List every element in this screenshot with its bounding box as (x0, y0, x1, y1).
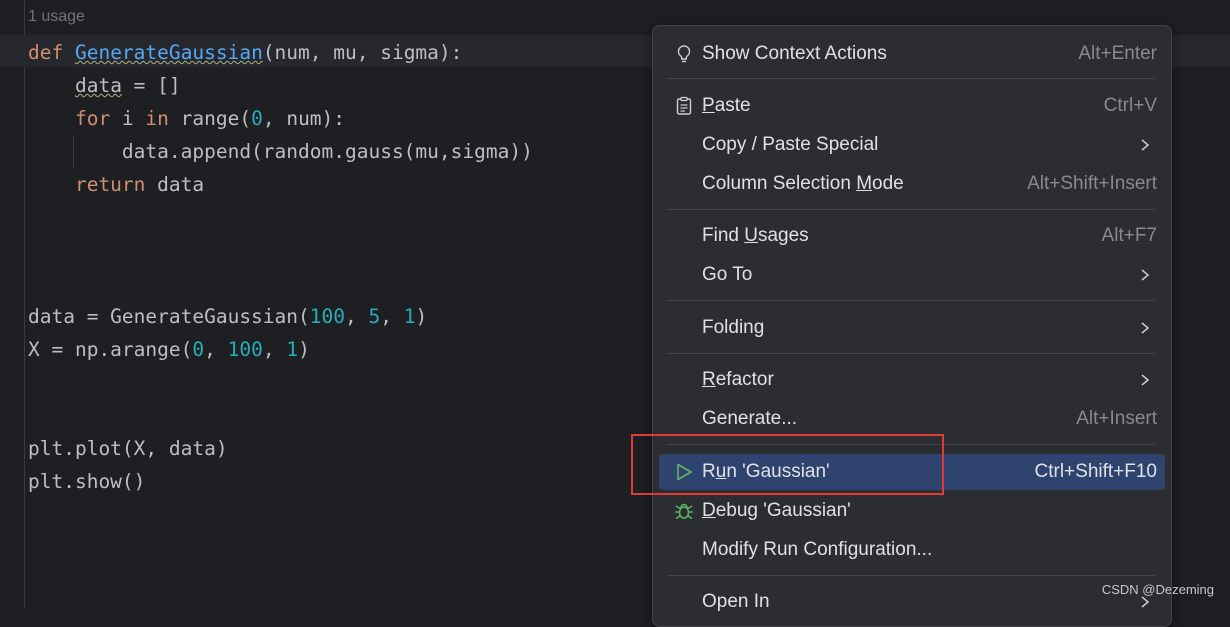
code-token: data = GenerateGaussian( (28, 305, 310, 328)
menu-item-copy-paste-special[interactable]: Copy / Paste Special (659, 127, 1165, 163)
menu-item-paste[interactable]: Paste Ctrl+V (659, 88, 1165, 124)
chevron-right-icon (1137, 266, 1153, 284)
clipboard-icon (673, 95, 695, 117)
code-token: 0 (251, 107, 263, 130)
menu-label: Column Selection Mode (702, 173, 904, 194)
chevron-right-icon (1137, 371, 1153, 389)
menu-shortcut: Ctrl+Shift+F10 (1034, 461, 1158, 482)
menu-item-folding[interactable]: Folding (659, 310, 1165, 346)
menu-shortcut: Ctrl+V (1103, 95, 1157, 116)
menu-item-show-context-actions[interactable]: Show Context Actions Alt+Enter (659, 36, 1165, 72)
lightbulb-icon (673, 43, 695, 65)
menu-separator (667, 300, 1155, 301)
code-token: GenerateGaussian (74, 41, 263, 64)
menu-label: Generate... (702, 408, 798, 429)
code-token: 5 (368, 305, 381, 328)
code-token: range( (168, 107, 252, 130)
code-token: = [] (121, 74, 181, 97)
code-token: i (110, 107, 146, 130)
menu-label: Copy / Paste Special (702, 134, 879, 155)
menu-separator (667, 78, 1155, 79)
code-line[interactable]: def GenerateGaussian(num, mu, sigma): (28, 36, 462, 69)
code-line[interactable]: data.append(random.gauss(mu,sigma)) (28, 135, 533, 168)
menu-item-open-in[interactable]: Open In (659, 584, 1165, 620)
menu-label: Modify Run Configuration... (702, 539, 933, 560)
debug-icon (673, 500, 695, 522)
code-token: , (345, 305, 369, 328)
menu-label: Debug 'Gaussian' (702, 500, 851, 521)
code-token: in (145, 107, 169, 130)
editor-gutter-divider (24, 0, 25, 608)
menu-separator (667, 575, 1155, 576)
menu-shortcut: Alt+F7 (1101, 225, 1157, 246)
watermark: CSDN @Dezeming (1101, 582, 1214, 597)
code-token: 100 (309, 305, 345, 328)
code-line[interactable]: data = GenerateGaussian(100, 5, 1) (28, 300, 427, 333)
menu-label: Refactor (702, 369, 774, 390)
menu-item-column-selection-mode[interactable]: Column Selection Mode Alt+Shift+Insert (659, 166, 1165, 202)
menu-item-debug-gaussian[interactable]: Debug 'Gaussian' (659, 493, 1165, 529)
menu-item-modify-run-configuration[interactable]: Modify Run Configuration... (659, 532, 1165, 568)
menu-separator (667, 209, 1155, 210)
code-line[interactable]: return data (28, 168, 204, 201)
code-token: return (28, 173, 146, 196)
menu-shortcut: Alt+Shift+Insert (1027, 173, 1157, 194)
code-token: X = np.arange( (28, 338, 193, 361)
chevron-right-icon (1137, 319, 1153, 337)
code-line[interactable]: plt.show() (28, 465, 145, 498)
chevron-right-icon (1137, 136, 1153, 154)
menu-item-go-to[interactable]: Go To (659, 257, 1165, 293)
code-token: data (74, 74, 122, 97)
code-token: data (145, 173, 205, 196)
menu-shortcut: Alt+Insert (1076, 408, 1157, 429)
annotation-highlight-box (631, 434, 944, 495)
menu-label: Go To (702, 264, 753, 285)
menu-label: Open In (702, 591, 770, 612)
code-token: plt.show() (28, 470, 146, 493)
usage-hint[interactable]: 1 usage (28, 8, 85, 26)
code-token: for (28, 107, 111, 130)
code-line[interactable]: plt.plot(X, data) (28, 432, 228, 465)
code-line[interactable]: data = [] (28, 69, 181, 102)
code-token: (num, mu, sigma): (262, 41, 463, 64)
menu-separator (667, 353, 1155, 354)
menu-item-find-usages[interactable]: Find Usages Alt+F7 (659, 218, 1165, 254)
code-token: data.append(random.gauss(mu,sigma)) (28, 140, 533, 163)
menu-label: Find Usages (702, 225, 809, 246)
menu-label: Paste (702, 95, 751, 116)
code-token: , (262, 338, 287, 361)
code-line[interactable]: X = np.arange(0, 100, 1) (28, 333, 310, 366)
code-token: 100 (227, 338, 263, 361)
code-token: , num): (262, 107, 346, 130)
menu-shortcut: Alt+Enter (1078, 43, 1157, 64)
code-token: 1 (403, 305, 416, 328)
menu-item-generate[interactable]: Generate... Alt+Insert (659, 401, 1165, 437)
code-token: ) (298, 338, 310, 361)
code-token: 0 (192, 338, 205, 361)
code-token: def (28, 41, 75, 64)
code-token: 1 (286, 338, 299, 361)
code-token: , (204, 338, 228, 361)
context-menu: Show Context Actions Alt+Enter Paste Ctr… (652, 25, 1172, 627)
code-token: ) (415, 305, 428, 328)
menu-item-refactor[interactable]: Refactor (659, 362, 1165, 398)
menu-label: Show Context Actions (702, 43, 887, 64)
code-token: plt.plot(X, data) (28, 437, 228, 460)
code-line[interactable]: for i in range(0, num): (28, 102, 345, 135)
menu-label: Folding (702, 317, 765, 338)
code-token: , (380, 305, 404, 328)
